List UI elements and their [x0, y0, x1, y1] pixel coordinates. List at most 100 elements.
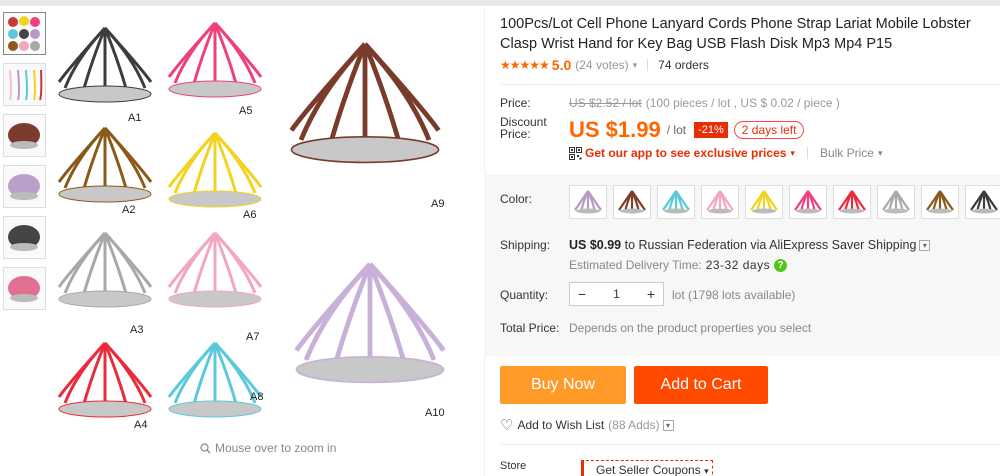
buy-now-button[interactable]: Buy Now — [500, 366, 626, 404]
original-price: US $2.52 / lot (100 pieces / lot , US $ … — [569, 96, 840, 110]
product-bundle-a7 — [167, 231, 263, 309]
add-to-cart-button[interactable]: Add to Cart — [634, 366, 768, 404]
total-price-label: Total Price: — [500, 321, 560, 335]
thumbnail-strip — [3, 12, 47, 318]
shipping-cost: US $0.99 — [569, 238, 622, 252]
color-swatch-8[interactable] — [877, 185, 915, 219]
discount-price: US $1.99 — [569, 117, 661, 142]
color-swatch-10[interactable] — [965, 185, 1000, 219]
delivery-label: Estimated Delivery Time: — [569, 258, 702, 272]
price-label: Price: — [500, 96, 531, 110]
color-swatch-1[interactable] — [569, 185, 607, 219]
top-bar — [0, 0, 1000, 6]
orders-count: 74 orders — [658, 58, 709, 72]
image-label-a6: A6 — [243, 209, 256, 221]
image-label-a8: A8 — [250, 391, 263, 403]
product-title: 100Pcs/Lot Cell Phone Lanyard Cords Phon… — [500, 16, 971, 52]
thumbnail-6[interactable] — [3, 267, 46, 310]
quantity-input[interactable]: 1 — [594, 287, 639, 301]
product-bundle-a1 — [57, 26, 153, 104]
help-icon[interactable]: ? — [774, 258, 788, 272]
qr-code-icon — [569, 146, 582, 160]
store-label: Store — [500, 460, 527, 472]
discount-label-line2: Price: — [500, 127, 531, 141]
color-swatch-3[interactable] — [657, 185, 695, 219]
quantity-label: Quantity: — [500, 288, 549, 302]
days-left-badge: 2 days left — [733, 121, 805, 139]
app-promo-link[interactable]: Get our app to see exclusive prices — [585, 146, 786, 160]
product-bundle-a10 — [296, 264, 443, 382]
main-product-image[interactable]: A1 A5 A9 A2 A6 A3 A7 A4 A8 A10 — [50, 8, 484, 440]
rating-row: ★★★★★ 5.0 (24 votes) ▾ 74 orders — [500, 57, 709, 73]
thumbnail-3[interactable] — [3, 114, 46, 157]
separator — [647, 59, 649, 71]
zoom-hint: Mouse over to zoom in — [200, 441, 336, 455]
seller-coupons-label: Get Seller Coupons — [596, 463, 701, 476]
product-bundle-a4 — [57, 341, 153, 419]
discount-price-row: US $1.99 / lot -21% 2 days left — [569, 117, 805, 143]
original-price-note: (100 pieces / lot , US $ 0.02 / piece ) — [645, 96, 840, 110]
image-label-a7: A7 — [246, 331, 259, 343]
chevron-down-icon[interactable]: ▾ — [662, 419, 674, 431]
magnifier-icon — [200, 442, 211, 453]
product-bundle-a8 — [167, 341, 263, 419]
rating-value: 5.0 — [551, 57, 572, 73]
image-label-a1: A1 — [128, 112, 141, 124]
thumbnail-2[interactable] — [3, 63, 46, 106]
decrease-button[interactable]: − — [570, 283, 594, 305]
wish-adds-count: (88 Adds) — [608, 418, 660, 432]
product-bundle-a5 — [167, 21, 263, 99]
product-bundle-a9 — [291, 44, 438, 162]
chevron-down-icon: ▾ — [704, 466, 709, 476]
divider-line — [500, 444, 1000, 445]
shipping-destination[interactable]: to Russian Federation via AliExpress Sav… — [625, 238, 917, 252]
per-lot: / lot — [666, 123, 687, 137]
zoom-hint-text: Mouse over to zoom in — [215, 441, 337, 455]
seller-coupons-button[interactable]: Get Seller Coupons ▾ — [581, 460, 713, 476]
color-swatch-7[interactable] — [833, 185, 871, 219]
wish-list-link[interactable]: Add to Wish List — [517, 418, 604, 432]
app-promo-row: Get our app to see exclusive prices ▾ Bu… — [569, 146, 883, 160]
thumbnail-4[interactable] — [3, 165, 46, 208]
total-price-desc: Depends on the product properties you se… — [569, 321, 812, 335]
thumbnail-5[interactable] — [3, 216, 46, 259]
delivery-info: Estimated Delivery Time: 23-32 days ? — [569, 258, 788, 272]
image-label-a5: A5 — [239, 105, 252, 117]
quantity-stepper: − 1 + — [569, 282, 664, 306]
heart-icon[interactable]: ♡ — [500, 416, 513, 434]
image-label-a9: A9 — [431, 198, 444, 210]
shipping-info: US $0.99 to Russian Federation via AliEx… — [569, 238, 931, 252]
chevron-down-icon[interactable]: ▾ — [790, 148, 795, 159]
quantity-available: lot (1798 lots available) — [672, 288, 796, 302]
product-bundle-a3 — [57, 231, 153, 309]
shipping-label: Shipping: — [500, 238, 551, 252]
separator — [806, 147, 808, 159]
wish-list-row: ♡ Add to Wish List (88 Adds) ▾ — [500, 416, 674, 434]
discount-price-label: Discount Price: — [500, 116, 547, 140]
color-swatch-9[interactable] — [921, 185, 959, 219]
color-swatch-4[interactable] — [701, 185, 739, 219]
product-bundle-a6 — [167, 131, 263, 209]
votes-count[interactable]: (24 votes) — [575, 58, 628, 72]
chevron-down-icon[interactable]: ▾ — [878, 148, 883, 159]
color-swatch-5[interactable] — [745, 185, 783, 219]
bulk-price-link[interactable]: Bulk Price — [820, 146, 874, 160]
divider-line — [500, 84, 1000, 85]
color-swatches — [569, 185, 1000, 219]
increase-button[interactable]: + — [639, 283, 663, 305]
chevron-down-icon[interactable]: ▾ — [633, 60, 638, 71]
color-label: Color: — [500, 192, 533, 206]
thumbnail-1[interactable] — [3, 12, 46, 55]
product-bundle-a2 — [57, 126, 153, 204]
image-label-a2: A2 — [122, 204, 135, 216]
discount-badge: -21% — [694, 122, 728, 138]
original-price-value: US $2.52 / lot — [569, 96, 642, 110]
color-swatch-2[interactable] — [613, 185, 651, 219]
star-rating-icon: ★★★★★ — [500, 58, 550, 72]
color-swatch-6[interactable] — [789, 185, 827, 219]
image-label-a10: A10 — [425, 407, 445, 419]
image-label-a4: A4 — [134, 419, 147, 431]
chevron-down-icon[interactable]: ▾ — [919, 239, 931, 251]
image-label-a3: A3 — [130, 324, 143, 336]
delivery-days: 23-32 days — [705, 258, 771, 272]
